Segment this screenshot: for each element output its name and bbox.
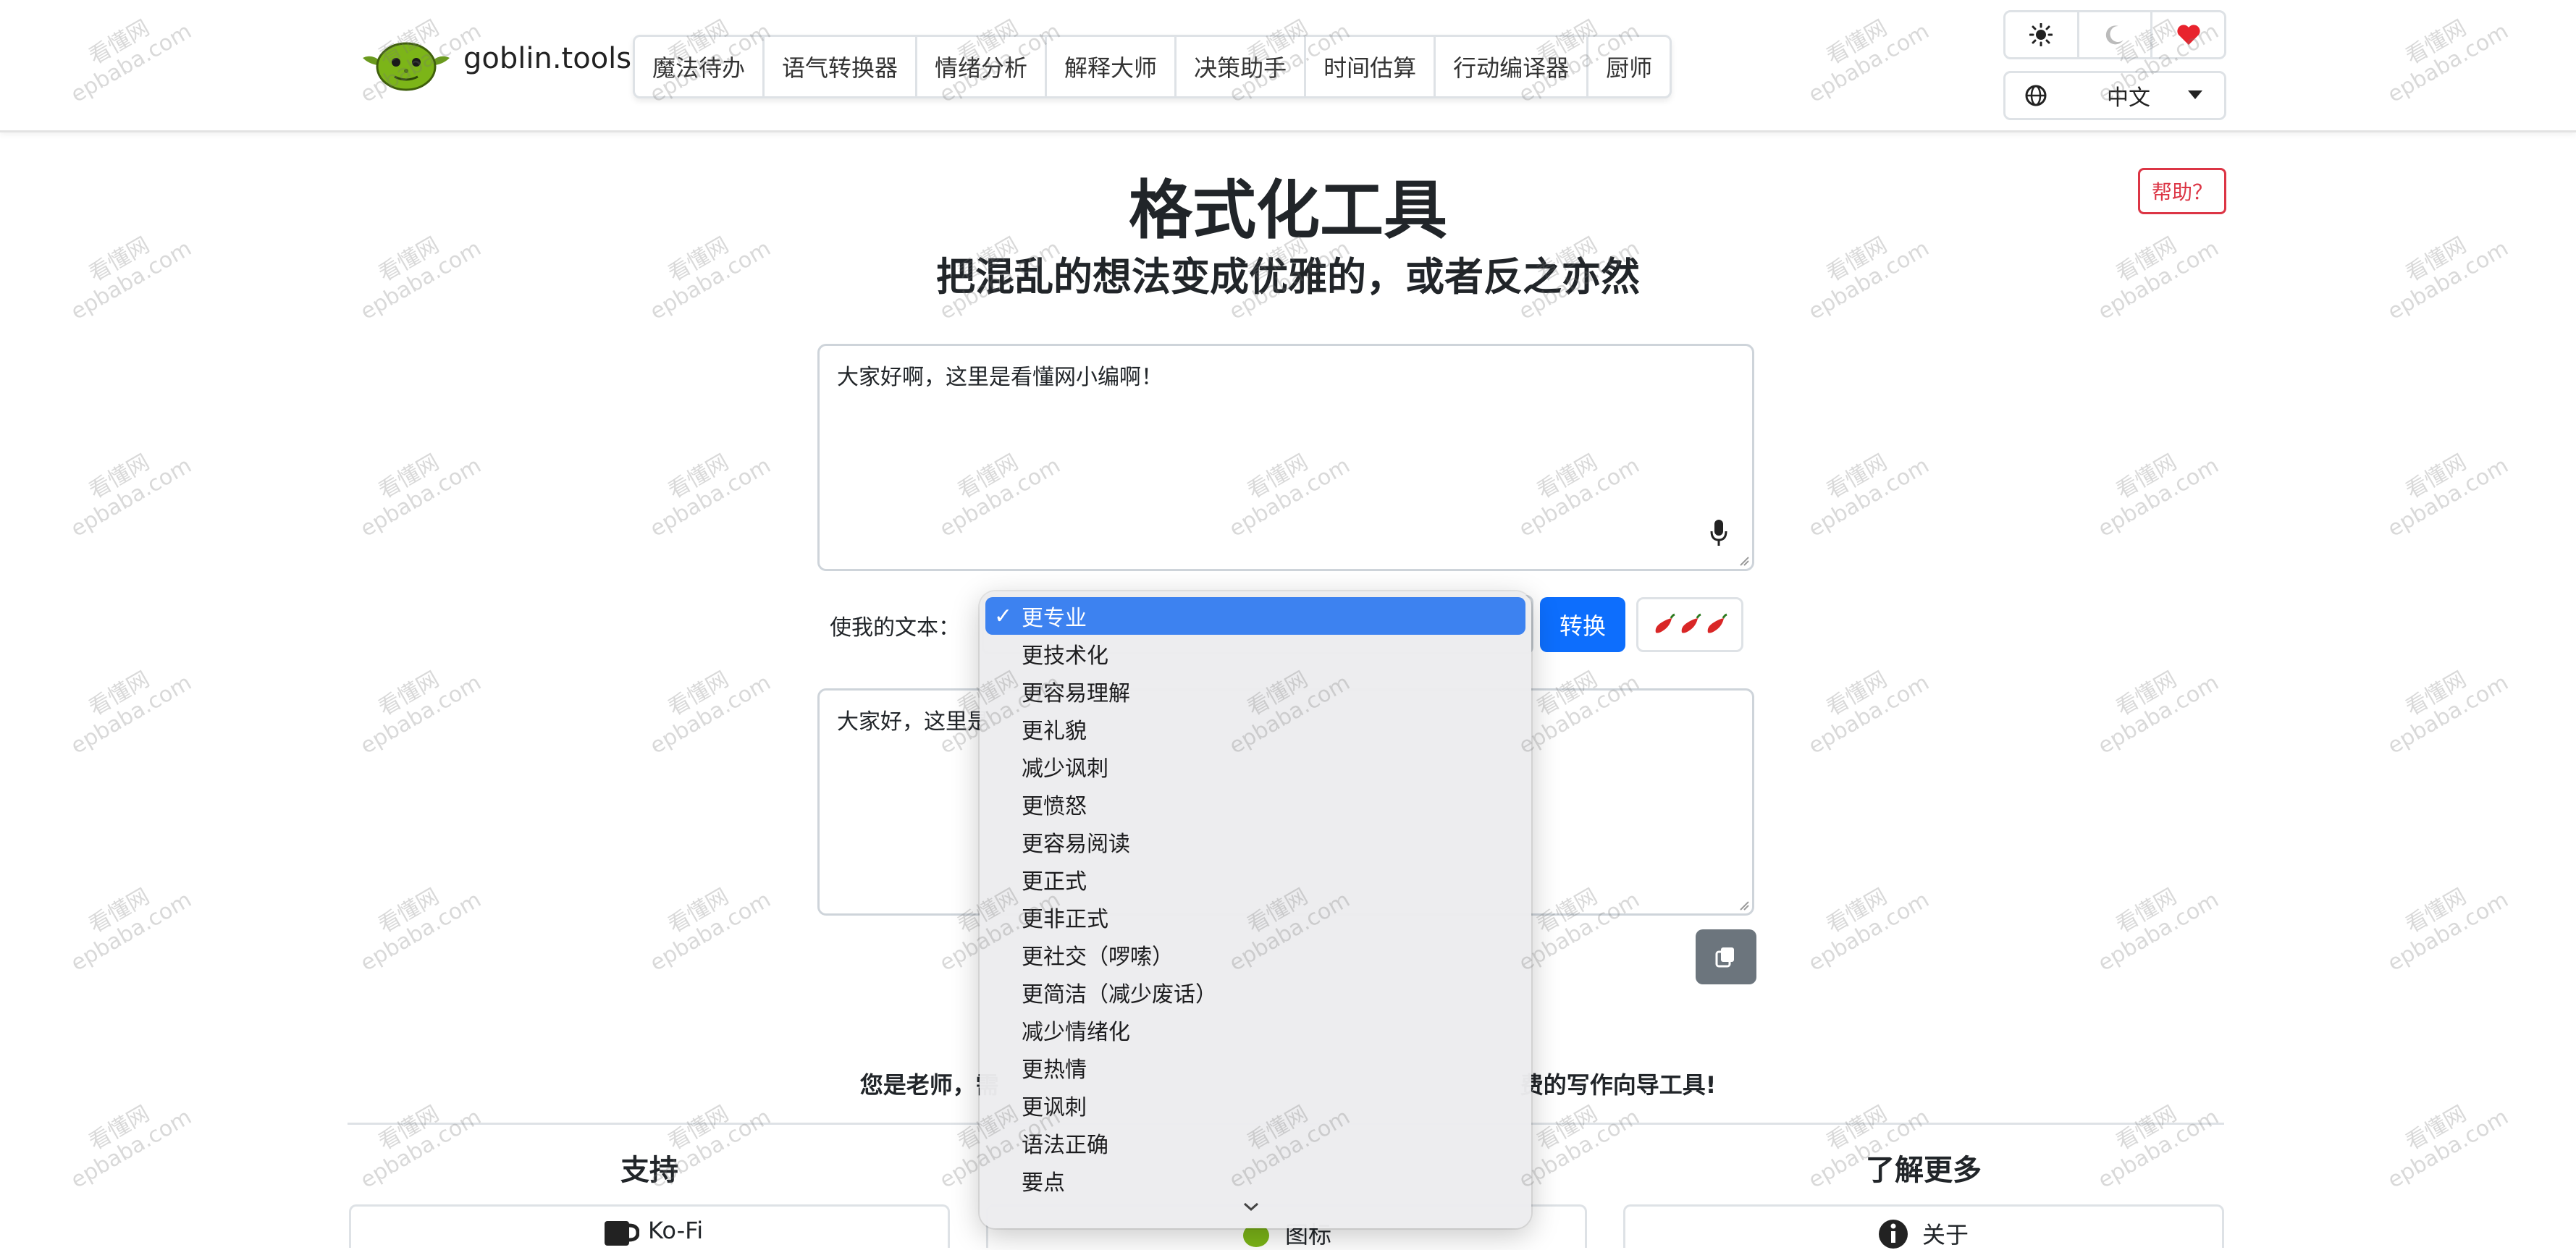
tab-emotion-analysis[interactable]: 情绪分析: [917, 37, 1048, 96]
watermark: 看懂网 epbaba.com: [2383, 1101, 2513, 1194]
resize-handle-icon[interactable]: [1739, 556, 1749, 566]
watermark: 看懂网 epbaba.com: [66, 449, 196, 542]
watermark: 看懂网 epbaba.com: [1803, 449, 1934, 542]
watermark: 看懂网 epbaba.com: [645, 667, 775, 759]
dropdown-option[interactable]: 更简洁（减少废话）: [985, 974, 1525, 1011]
input-text: 大家好啊，这里是看懂网小编啊！: [837, 365, 1163, 390]
chevron-down-icon[interactable]: [1240, 1198, 1262, 1215]
dropdown-option-selected[interactable]: ✓ 更专业: [985, 597, 1525, 635]
watermark: 看懂网 epbaba.com: [355, 667, 486, 759]
output-text: 大家好，这里是: [837, 709, 989, 735]
watermark: 看懂网 epbaba.com: [66, 884, 196, 976]
tab-tone-converter[interactable]: 语气转换器: [765, 37, 918, 96]
dropdown-option[interactable]: 更技术化: [985, 635, 1525, 672]
resize-handle-icon[interactable]: [1739, 900, 1749, 911]
dropdown-option[interactable]: 更热情: [985, 1049, 1525, 1086]
theme-toggle-group: [2003, 10, 2226, 59]
watermark: 看懂网 epbaba.com: [1803, 667, 1934, 759]
about-label: 关于: [1922, 1221, 1969, 1249]
watermark: 看懂网 epbaba.com: [66, 667, 196, 759]
watermark: 看懂网 epbaba.com: [2093, 884, 2223, 976]
checkmark-icon: ✓: [994, 603, 1013, 629]
watermark: 看懂网 epbaba.com: [1803, 884, 1934, 976]
chili-pepper-icon: [1681, 613, 1701, 633]
kofi-card[interactable]: Ko-Fi: [349, 1204, 950, 1248]
dropdown-option[interactable]: 更愤怒: [985, 785, 1525, 823]
copy-button[interactable]: [1696, 929, 1756, 984]
globe-icon: [2025, 85, 2047, 106]
watermark: 看懂网 epbaba.com: [645, 884, 775, 976]
tab-explainer[interactable]: 解释大师: [1047, 37, 1177, 96]
page-title: 格式化工具: [1128, 173, 1447, 248]
kofi-label: Ko-Fi: [648, 1217, 704, 1244]
dropdown-option[interactable]: 要点: [985, 1162, 1525, 1199]
teacher-promo-left: 您是老师，需: [859, 1071, 999, 1099]
microphone-icon[interactable]: [1710, 518, 1727, 547]
teacher-promo-right: 费的写作向导工具!: [1520, 1071, 1717, 1099]
watermark: 看懂网 epbaba.com: [66, 1101, 196, 1194]
dropdown-option[interactable]: 更容易阅读: [985, 823, 1525, 861]
footer-learn-more-title: 了解更多: [1866, 1154, 1982, 1187]
dropdown-option[interactable]: 减少讽刺: [985, 748, 1525, 785]
dropdown-option[interactable]: 语法正确: [985, 1124, 1525, 1162]
dropdown-option[interactable]: 减少情绪化: [985, 1011, 1525, 1049]
brand-name[interactable]: goblin.tools: [463, 42, 631, 75]
tab-decision-helper[interactable]: 决策助手: [1177, 37, 1307, 96]
spiciness-button[interactable]: [1636, 597, 1743, 652]
dropdown-option[interactable]: 更正式: [985, 861, 1525, 898]
light-mode-button[interactable]: [2005, 12, 2079, 57]
make-text-label: 使我的文本：: [830, 615, 960, 641]
dark-mode-button[interactable]: [2079, 12, 2153, 57]
dropdown-option[interactable]: 更非正式: [985, 898, 1525, 936]
dropdown-option-label: 更专业: [1022, 606, 1087, 631]
donate-button[interactable]: [2152, 12, 2224, 57]
watermark: 看懂网 epbaba.com: [2093, 667, 2223, 759]
chili-pepper-icon: [1655, 613, 1675, 633]
info-icon: [1879, 1220, 1908, 1249]
footer-support-title: 支持: [620, 1154, 678, 1187]
watermark: 看懂网 epbaba.com: [355, 884, 486, 976]
tab-time-estimator[interactable]: 时间估算: [1306, 37, 1436, 96]
sun-icon: [2029, 23, 2053, 46]
convert-button[interactable]: 转换: [1540, 597, 1625, 652]
goblin-logo[interactable]: [361, 36, 451, 91]
input-textarea[interactable]: 大家好啊，这里是看懂网小编啊！: [817, 344, 1754, 571]
chili-pepper-icon: [1707, 613, 1727, 633]
watermark: 看懂网 epbaba.com: [2093, 449, 2223, 542]
language-label: 中文: [2107, 85, 2150, 111]
style-dropdown-menu: ✓ 更专业 更技术化 更容易理解 更礼貌 减少讽刺 更愤怒 更容易阅读 更正式 …: [980, 591, 1531, 1228]
chevron-down-icon: [2188, 90, 2202, 99]
heart-icon: [2177, 25, 2200, 45]
watermark: 看懂网 epbaba.com: [355, 449, 486, 542]
kofi-cup-icon: [605, 1221, 639, 1246]
watermark: 看懂网 epbaba.com: [2383, 449, 2513, 542]
tab-magic-todo[interactable]: 魔法待办: [635, 37, 765, 96]
tab-chef[interactable]: 厨师: [1588, 37, 1670, 96]
dropdown-option[interactable]: 更礼貌: [985, 710, 1525, 748]
dropdown-option[interactable]: 更社交（啰嗦）: [985, 936, 1525, 974]
dropdown-option[interactable]: 更容易理解: [985, 672, 1525, 710]
tool-tabs: 魔法待办 语气转换器 情绪分析 解释大师 决策助手 时间估算 行动编译器 厨师: [633, 35, 1672, 98]
copy-icon: [1715, 947, 1734, 968]
dropdown-option[interactable]: 更讽刺: [985, 1086, 1525, 1124]
top-navbar: goblin.tools 魔法待办 语气转换器 情绪分析 解释大师 决策助手 时…: [0, 0, 2576, 132]
watermark: 看懂网 epbaba.com: [2383, 884, 2513, 976]
language-select[interactable]: 中文: [2003, 71, 2226, 120]
watermark: 看懂网 epbaba.com: [645, 449, 775, 542]
about-card[interactable]: 关于: [1623, 1204, 2224, 1249]
page-subtitle: 把混乱的想法变成优雅的，或者反之亦然: [936, 254, 1640, 300]
watermark: 看懂网 epbaba.com: [2383, 667, 2513, 759]
moon-icon: [2105, 25, 2123, 45]
tab-action-compiler[interactable]: 行动编译器: [1436, 37, 1589, 96]
